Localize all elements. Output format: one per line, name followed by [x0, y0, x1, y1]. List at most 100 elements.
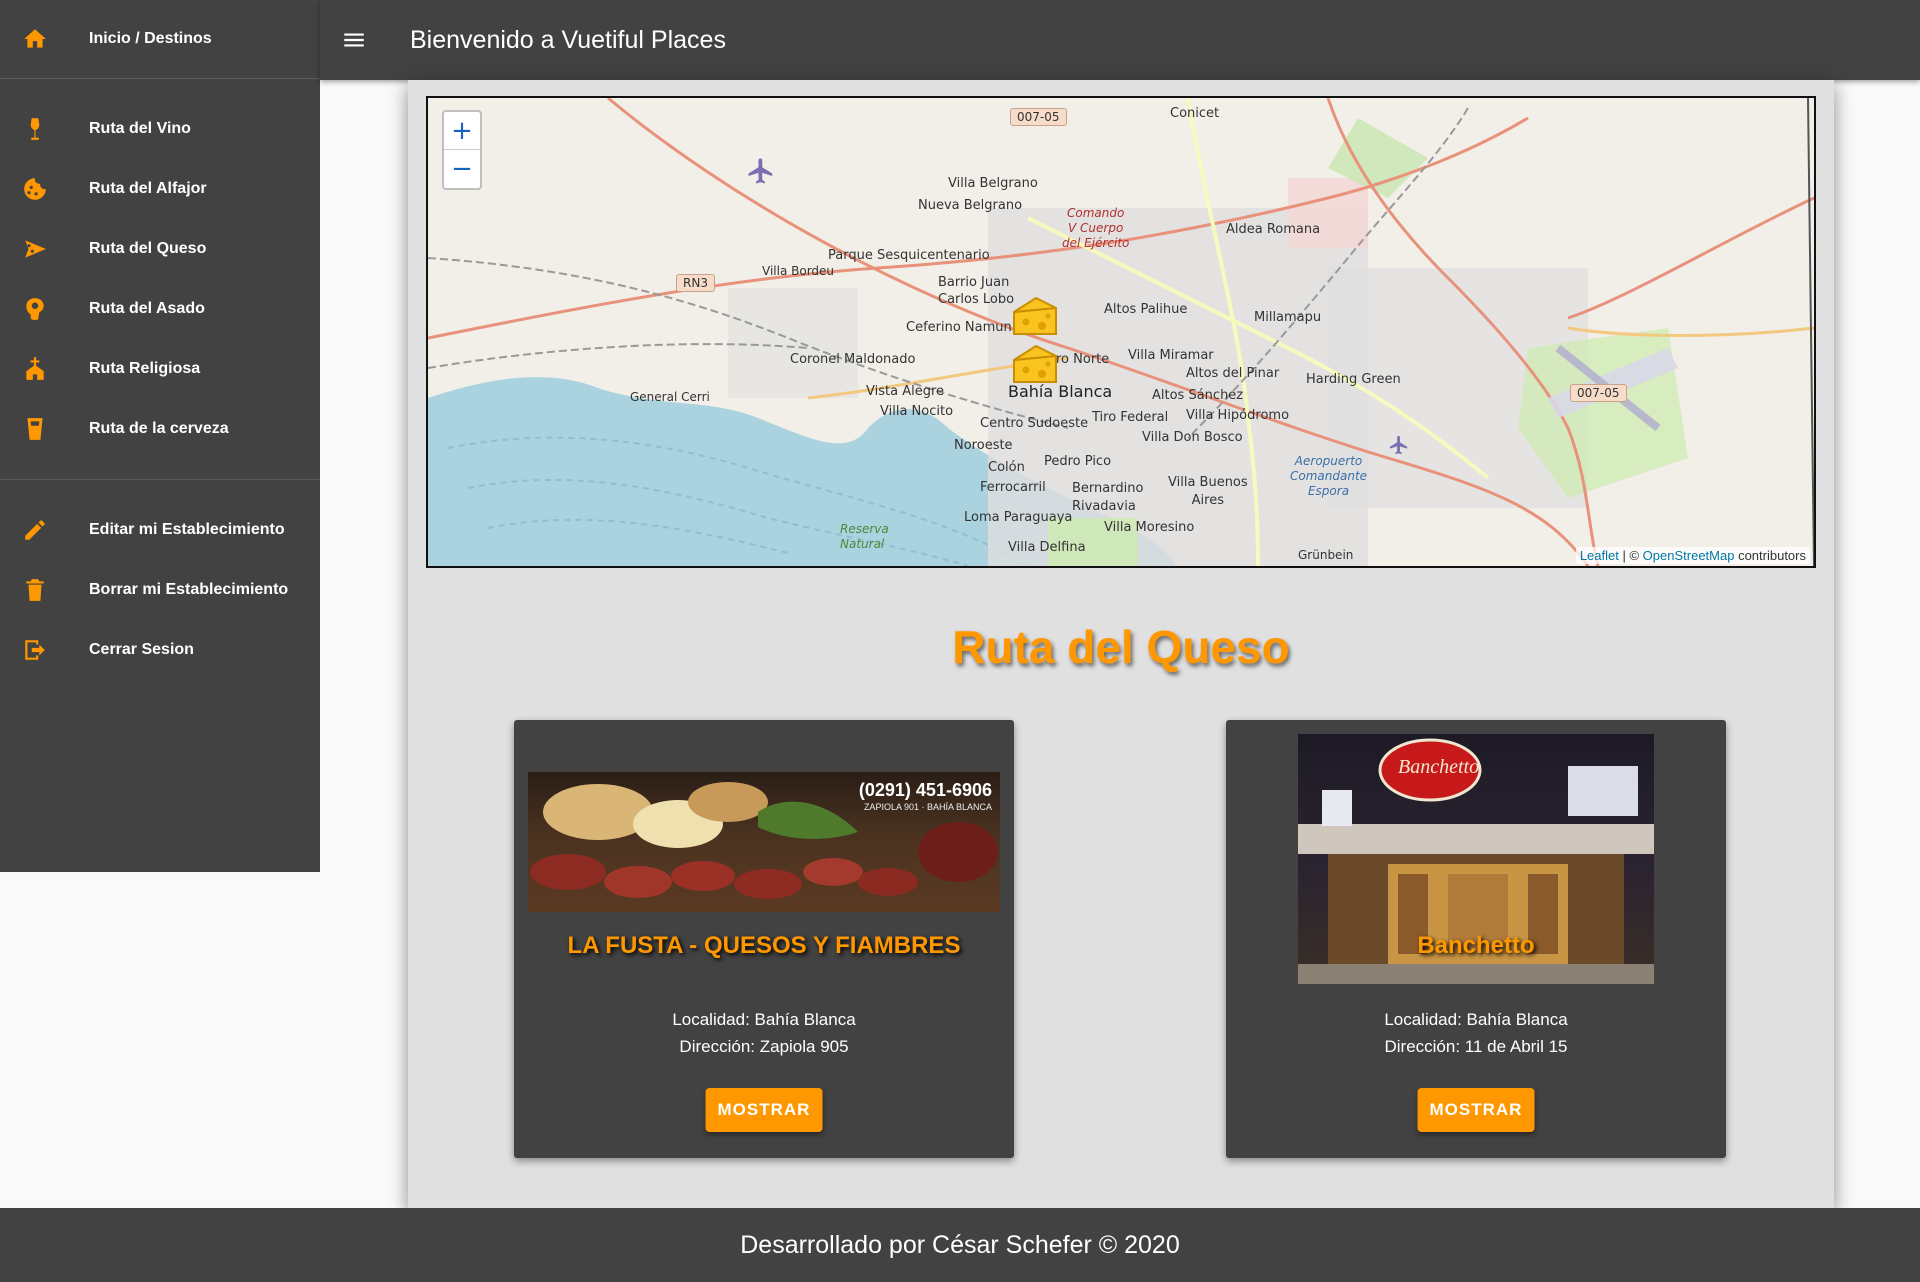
mostrar-button[interactable]: MOSTRAR [1417, 1088, 1535, 1132]
map-label: Conicet [1170, 106, 1220, 121]
sidebar-item-label: Inicio / Destinos [89, 30, 212, 47]
attribution-separator: | © [1618, 548, 1643, 563]
place-localidad: Localidad: Bahía Blanca [1384, 1010, 1568, 1029]
map-label: Villa Buenos Aires [1168, 475, 1248, 508]
map-label: Parque Sesquicentenario [828, 248, 990, 263]
cheese-marker[interactable] [1010, 342, 1060, 388]
attribution-suffix: contributors [1734, 548, 1806, 563]
leaflet-link[interactable]: Leaflet [1580, 548, 1619, 563]
road-shield: 007-05 [1010, 108, 1067, 126]
map-label: Altos del Pinar [1186, 366, 1280, 381]
road-shield: RN3 [676, 274, 715, 292]
map-label: Vista Alegre [866, 384, 944, 399]
map-label: General Cerri [630, 390, 710, 404]
map-label: Harding Green [1306, 372, 1401, 387]
map-label: Villa Hipódromo [1186, 408, 1290, 423]
place-localidad: Localidad: Bahía Blanca [672, 1010, 856, 1029]
map-label: Comando V Cuerpo del Ejército [1062, 206, 1130, 250]
place-direccion: Dirección: Zapiola 905 [679, 1037, 849, 1056]
sidebar-item-cerrar-sesion[interactable]: Cerrar Sesion [0, 620, 320, 680]
hamburger-icon [344, 33, 364, 47]
sidebar-item-label: Ruta del Vino [89, 120, 191, 137]
airport-icon [1389, 435, 1408, 455]
map-label: Villa Miramar [1128, 348, 1214, 363]
place-photo: (0291) 451-6906 ZAPIOLA 901 · BAHÍA BLAN… [528, 772, 1000, 912]
map-label: Aeropuerto Comandante Espora [1290, 454, 1368, 498]
sidebar-item-ruta-asado[interactable]: Ruta del Asado [0, 279, 320, 339]
footer-text: Desarrollado por César Schefer © 2020 [740, 1230, 1180, 1259]
church-icon [22, 356, 48, 382]
map-label: Tiro Federal [1092, 410, 1169, 425]
cookie-icon [22, 176, 48, 202]
sidebar-item-label: Editar mi Establecimiento [89, 521, 285, 538]
home-icon [22, 26, 48, 52]
map-label: Centro Sudoeste [980, 416, 1089, 431]
place-name: LA FUSTA - QUESOS Y FIAMBRES [567, 932, 961, 959]
map-label: Ceferino Namun [906, 320, 1012, 335]
sidebar-item-ruta-religiosa[interactable]: Ruta Religiosa [0, 339, 320, 399]
sidebar-item-label: Ruta del Alfajor [89, 180, 207, 197]
photo-address: ZAPIOLA 901 · BAHÍA BLANCA [863, 802, 992, 812]
map-label: Villa Don Bosco [1142, 430, 1243, 445]
map-label: Villa Moresino [1104, 520, 1195, 535]
place-name: Banchetto [1417, 932, 1535, 959]
map-label: Aldea Romana [1226, 222, 1321, 237]
main-content: + − 007-05 007-05 RN3 Conicet Villa Belg… [408, 80, 1834, 1208]
sidebar-item-ruta-vino[interactable]: Ruta del Vino [0, 99, 320, 159]
cheese-icon [22, 236, 48, 262]
sidebar-item-ruta-alfajor[interactable]: Ruta del Alfajor [0, 159, 320, 219]
map-label: Loma Paraguaya [964, 510, 1073, 525]
trash-icon [22, 577, 48, 603]
sidebar-item-label: Ruta del Queso [89, 240, 207, 257]
photo-sign: Banchetto [1398, 756, 1480, 778]
airport-icon [748, 158, 773, 184]
sidebar-item-label: Ruta de la cerveza [89, 420, 229, 437]
top-app-bar: Bienvenido a Vuetiful Places [320, 0, 1920, 80]
road-shield: 007-05 [1570, 384, 1627, 402]
sidebar-item-home[interactable]: Inicio / Destinos [0, 0, 320, 78]
section-title: Ruta del Queso [952, 621, 1290, 673]
map-attribution: Leaflet | © OpenStreetMap contributors [1575, 547, 1810, 564]
sidebar-item-editar[interactable]: Editar mi Establecimiento [0, 500, 320, 560]
mostrar-button[interactable]: MOSTRAR [705, 1088, 823, 1132]
map-label: Altos Sánchez [1152, 388, 1244, 403]
map-label: Villa Delfina [1008, 540, 1086, 555]
map[interactable]: + − 007-05 007-05 RN3 Conicet Villa Belg… [426, 96, 1816, 568]
meat-icon [22, 296, 48, 322]
menu-button[interactable] [334, 20, 374, 60]
map-label: Coronel Maldonado [790, 352, 916, 367]
cheese-marker[interactable] [1010, 294, 1060, 340]
sidebar-item-ruta-cerveza[interactable]: Ruta de la cerveza [0, 399, 320, 459]
map-label: Noroeste [954, 438, 1013, 453]
map-label: Ferrocarril [980, 480, 1046, 495]
map-label: Altos Palihue [1104, 302, 1188, 317]
map-label: Villa Belgrano [948, 176, 1038, 191]
sidebar-item-label: Ruta del Asado [89, 300, 205, 317]
beer-icon [22, 416, 48, 442]
osm-link[interactable]: OpenStreetMap [1643, 548, 1735, 563]
photo-phone: (0291) 451-6906 [858, 780, 992, 800]
pencil-icon [22, 517, 48, 543]
sidebar: Inicio / Destinos Ruta del Vino Ruta del… [0, 0, 320, 872]
map-label: Villa Nocito [880, 404, 954, 419]
footer: Desarrollado por César Schefer © 2020 [0, 1208, 1920, 1282]
place-info: Localidad: Bahía Blanca Dirección: Zapio… [514, 1006, 1014, 1060]
zoom-out-button[interactable]: − [444, 150, 480, 188]
sidebar-item-borrar[interactable]: Borrar mi Establecimiento [0, 560, 320, 620]
account-menu: Editar mi Establecimiento Borrar mi Esta… [0, 480, 320, 700]
sidebar-item-label: Ruta Religiosa [89, 360, 201, 377]
map-label: Colón [988, 460, 1025, 475]
map-label: Reserva Natural [840, 522, 889, 551]
sidebar-item-label: Borrar mi Establecimiento [89, 581, 289, 598]
place-direccion: Dirección: 11 de Abril 15 [1384, 1037, 1568, 1056]
place-card: Banchetto Banchetto Localidad: Bahía Bla… [1226, 720, 1726, 1158]
map-label: Bernardino Rivadavia [1072, 481, 1144, 514]
map-label: Millamapu [1254, 310, 1322, 325]
sidebar-item-label: Cerrar Sesion [89, 641, 194, 658]
zoom-in-button[interactable]: + [444, 112, 480, 150]
map-label: Villa Bordeu [762, 264, 835, 278]
sidebar-item-ruta-queso[interactable]: Ruta del Queso [0, 219, 320, 279]
map-label: Barrio Juan Carlos Lobo [938, 275, 1015, 307]
map-label: Pedro Pico [1044, 454, 1112, 469]
logout-icon [22, 637, 48, 663]
